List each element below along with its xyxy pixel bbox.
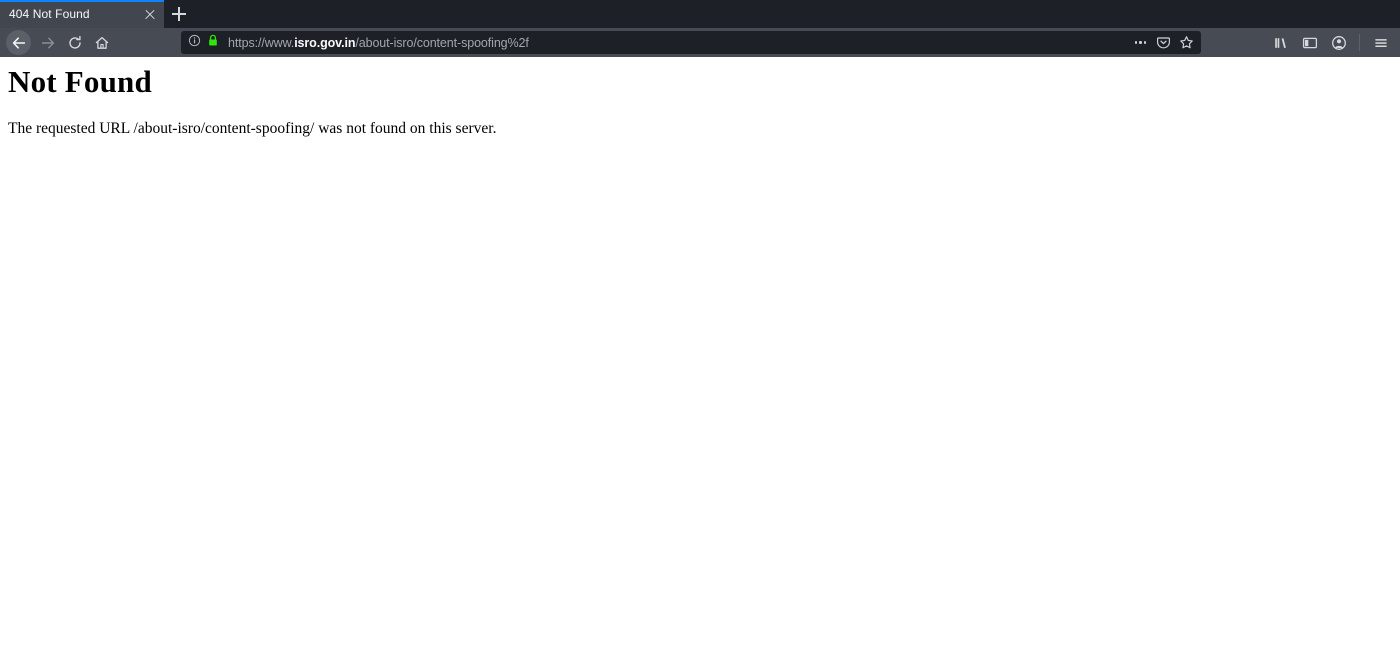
identity-box[interactable] [188,34,219,52]
forward-arrow-icon [40,35,56,51]
url-scheme: https://www. [228,35,295,50]
page-actions-icon[interactable] [1130,32,1151,53]
url-bar-actions [1130,32,1197,53]
reload-button[interactable] [61,29,88,56]
url-domain: isro.gov.in [294,35,356,50]
new-tab-button[interactable] [164,0,194,28]
bookmark-star-icon[interactable] [1176,32,1197,53]
account-button[interactable] [1325,29,1352,56]
browser-window: 404 Not Found https://www.isro.gov.in/ab… [0,0,1400,668]
toolbar-right-group [1267,29,1394,56]
lock-secure-icon[interactable] [207,34,219,52]
url-text[interactable]: https://www.isro.gov.in/about-isro/conte… [228,36,1130,50]
error-message: The requested URL /about-isro/content-sp… [8,120,497,138]
back-button[interactable] [6,30,31,55]
pocket-icon[interactable] [1153,32,1174,53]
library-books-icon [1273,35,1289,51]
hamburger-menu-icon [1373,35,1389,51]
close-tab-icon[interactable] [142,6,158,22]
tab-title: 404 Not Found [9,7,90,21]
account-avatar-icon [1331,35,1347,51]
tab-404-not-found[interactable]: 404 Not Found [0,0,164,28]
page-info-icon[interactable] [188,34,201,52]
app-menu-button[interactable] [1367,29,1394,56]
reload-icon [67,35,83,51]
url-path: /about-isro/content-spoofing%2f [355,35,529,50]
sidebar-icon [1302,35,1318,51]
sidebar-toggle-button[interactable] [1296,29,1323,56]
active-tab-accent-line [0,0,164,2]
ellipsis-icon [1134,41,1147,44]
tab-strip: 404 Not Found [0,0,1400,28]
toolbar-separator [1359,34,1360,51]
url-bar[interactable]: https://www.isro.gov.in/about-isro/conte… [181,31,1201,54]
back-arrow-icon [11,35,27,51]
home-button[interactable] [88,29,115,56]
navigation-toolbar: https://www.isro.gov.in/about-isro/conte… [0,28,1400,57]
page-title: Not Found [8,64,152,99]
error-page-content: Not Found The requested URL /about-isro/… [0,57,1400,147]
forward-button[interactable] [34,29,61,56]
home-icon [94,35,110,51]
page-viewport: Not Found The requested URL /about-isro/… [0,57,1400,668]
library-button[interactable] [1267,29,1294,56]
